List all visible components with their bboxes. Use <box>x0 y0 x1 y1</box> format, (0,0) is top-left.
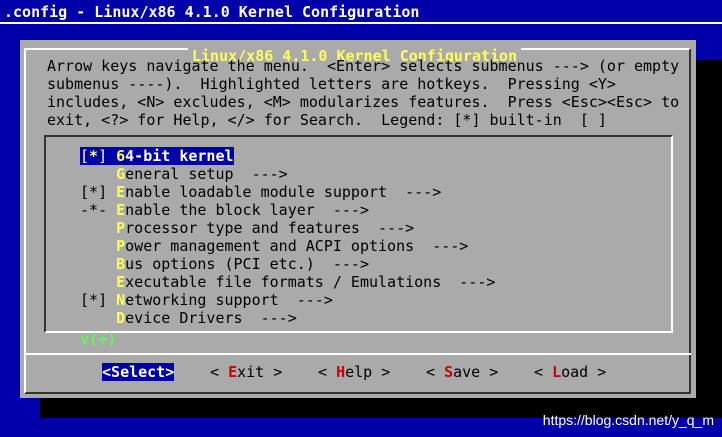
menu-item-block-layer[interactable]: -*- Enable the block layer ---> <box>80 201 369 219</box>
item-label: us options (PCI etc.) ---> <box>125 255 369 273</box>
window-title: .config - Linux/x86 4.1.0 Kernel Configu… <box>4 3 420 21</box>
button-separator <box>24 353 691 355</box>
help-line: submenus ----). Highlighted letters are … <box>47 75 616 93</box>
item-mark[interactable]: [*] <box>80 147 117 165</box>
item-hotkey: P <box>116 237 126 255</box>
item-hotkey: N <box>116 291 126 309</box>
select-button[interactable]: <Select> <box>102 363 175 381</box>
item-hotkey: E <box>116 201 126 219</box>
exit-button[interactable]: < Exit > <box>210 363 282 381</box>
item-label: etworking support ---> <box>125 291 333 309</box>
item-label: evice Drivers ---> <box>125 309 297 327</box>
menu-item-bus-options[interactable]: Bus options (PCI etc.) ---> <box>80 255 369 273</box>
item-hotkey: G <box>116 165 126 183</box>
item-label: nable the block layer ---> <box>125 201 369 219</box>
watermark: https://blog.csdn.net/y_q_m <box>542 412 714 428</box>
item-label: eneral setup ---> <box>125 165 288 183</box>
item-label: xecutable file formats / Emulations ---> <box>125 273 496 291</box>
item-hotkey: E <box>116 183 126 201</box>
item-hotkey: P <box>116 219 126 237</box>
menu-item-power-management[interactable]: Power management and ACPI options ---> <box>80 237 468 255</box>
title-underline <box>0 22 722 24</box>
config-dialog: Linux/x86 4.1.0 Kernel Configuration Arr… <box>20 40 696 398</box>
save-button[interactable]: < Save > <box>426 363 498 381</box>
item-mark[interactable]: [*] <box>80 183 116 201</box>
item-label: rocessor type and features ---> <box>125 219 415 237</box>
help-line: exit, <?> for Help, </> for Search. Lege… <box>47 111 607 129</box>
help-button[interactable]: < Help > <box>318 363 390 381</box>
item-hotkey: B <box>116 255 126 273</box>
item-hotkey: D <box>116 309 126 327</box>
help-line: Arrow keys navigate the menu. <Enter> se… <box>47 57 680 75</box>
item-hotkey: 6 <box>116 147 126 165</box>
item-mark: -*- <box>80 201 117 219</box>
item-label: ower management and ACPI options ---> <box>125 237 469 255</box>
menu-item-device-drivers[interactable]: Device Drivers ---> <box>80 309 297 327</box>
item-hotkey: E <box>116 273 126 291</box>
item-label: nable loadable module support ---> <box>125 183 442 201</box>
item-label: 4-bit kernel <box>125 147 234 165</box>
item-mark[interactable]: [*] <box>80 291 116 309</box>
menu-item-loadable-modules[interactable]: [*] Enable loadable module support ---> <box>80 183 441 201</box>
menu-item-processor[interactable]: Processor type and features ---> <box>80 219 414 237</box>
menu-item-networking[interactable]: [*] Networking support ---> <box>80 291 333 309</box>
more-items-indicator: v(+) <box>80 330 117 348</box>
menu-item-64bit-kernel[interactable]: [*] 64-bit kernel <box>80 147 234 165</box>
menu-item-executable-formats[interactable]: Executable file formats / Emulations ---… <box>80 273 495 291</box>
help-line: includes, <N> excludes, <M> modularizes … <box>47 93 680 111</box>
load-button[interactable]: < Load > <box>534 363 606 381</box>
help-text: Arrow keys navigate the menu. <Enter> se… <box>47 57 679 129</box>
menu-item-general-setup[interactable]: General setup ---> <box>80 165 288 183</box>
